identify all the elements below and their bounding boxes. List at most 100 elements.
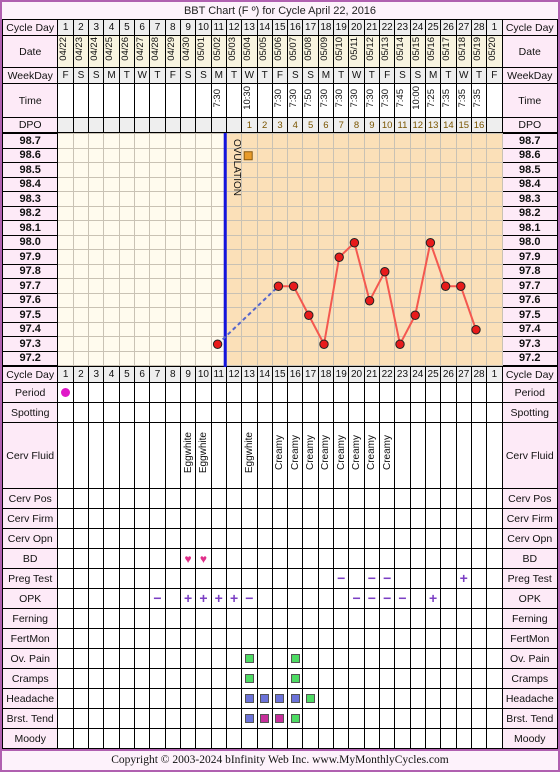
opk-row-cell[interactable]: − [363, 588, 381, 609]
fertmon-row-cell[interactable] [103, 628, 120, 649]
cerv-firm-row-cell[interactable] [317, 508, 335, 529]
spotting-row-cell[interactable] [57, 402, 74, 423]
moody-row-cell[interactable] [363, 728, 381, 749]
period-row-cell[interactable] [179, 382, 197, 403]
bd-row-cell[interactable] [424, 548, 442, 569]
moody-row-cell[interactable] [455, 728, 472, 749]
ferning-row-cell[interactable] [210, 608, 227, 629]
period-row-cell[interactable] [317, 382, 335, 403]
ferning-row-cell[interactable] [149, 608, 166, 629]
cerv-firm-row-cell[interactable] [149, 508, 166, 529]
fertmon-row-cell[interactable] [363, 628, 381, 649]
cramps-row-cell[interactable] [363, 668, 381, 689]
cerv-pos-row-cell[interactable] [210, 488, 227, 509]
cerv-opn-row-cell[interactable] [409, 528, 426, 549]
ov-pain-row-cell[interactable] [164, 648, 181, 669]
cerv-firm-row-cell[interactable] [195, 508, 212, 529]
opk-row-cell[interactable]: + [210, 588, 227, 609]
cerv-fluid-cell[interactable] [72, 422, 90, 489]
brst-tend-row-cell[interactable] [470, 708, 488, 729]
ov-pain-row-cell[interactable] [394, 648, 411, 669]
period-row-cell[interactable] [379, 382, 396, 403]
cramps-row-cell[interactable] [149, 668, 166, 689]
bd-row-cell[interactable] [72, 548, 90, 569]
bd-row-cell[interactable] [149, 548, 166, 569]
moody-row-cell[interactable] [302, 728, 319, 749]
ov-pain-row-cell[interactable] [287, 648, 304, 669]
brst-tend-row-cell[interactable] [271, 708, 289, 729]
preg-test-row-cell[interactable]: − [363, 568, 381, 589]
preg-test-row-cell[interactable] [302, 568, 319, 589]
preg-test-row-cell[interactable] [409, 568, 426, 589]
fertmon-row-cell[interactable] [440, 628, 457, 649]
cerv-pos-row-cell[interactable] [179, 488, 197, 509]
ferning-row-cell[interactable] [363, 608, 381, 629]
cerv-fluid-cell[interactable]: Creamy [302, 422, 319, 489]
ferning-row-cell[interactable] [394, 608, 411, 629]
period-row-cell[interactable] [164, 382, 181, 403]
cerv-opn-row-cell[interactable] [256, 528, 273, 549]
moody-row-cell[interactable] [424, 728, 442, 749]
ov-pain-row-cell[interactable] [470, 648, 488, 669]
opk-row-cell[interactable] [271, 588, 289, 609]
opk-row-cell[interactable] [287, 588, 304, 609]
cramps-row-cell[interactable] [210, 668, 227, 689]
headache-row-cell[interactable] [424, 688, 442, 709]
cerv-fluid-cell[interactable]: Creamy [271, 422, 289, 489]
moody-row-cell[interactable] [486, 728, 503, 749]
cerv-fluid-cell[interactable] [409, 422, 426, 489]
cerv-firm-row-cell[interactable] [470, 508, 488, 529]
cerv-pos-row-cell[interactable] [424, 488, 442, 509]
cerv-opn-row-cell[interactable] [486, 528, 503, 549]
moody-row-cell[interactable] [333, 728, 350, 749]
cerv-pos-row-cell[interactable] [394, 488, 411, 509]
opk-row-cell[interactable] [256, 588, 273, 609]
bd-row-cell[interactable] [470, 548, 488, 569]
cerv-fluid-cell[interactable]: Creamy [348, 422, 365, 489]
fertmon-row-cell[interactable] [195, 628, 212, 649]
period-row-cell[interactable] [455, 382, 472, 403]
opk-row-cell[interactable] [72, 588, 90, 609]
cerv-firm-row-cell[interactable] [424, 508, 442, 529]
spotting-row-cell[interactable] [394, 402, 411, 423]
bd-row-cell[interactable] [103, 548, 120, 569]
cerv-pos-row-cell[interactable] [118, 488, 136, 509]
cerv-firm-row-cell[interactable] [118, 508, 136, 529]
preg-test-row-cell[interactable] [271, 568, 289, 589]
cramps-row-cell[interactable] [333, 668, 350, 689]
cerv-opn-row-cell[interactable] [149, 528, 166, 549]
fertmon-row-cell[interactable] [134, 628, 151, 649]
ov-pain-row-cell[interactable] [88, 648, 105, 669]
ferning-row-cell[interactable] [455, 608, 472, 629]
cramps-row-cell[interactable] [271, 668, 289, 689]
cramps-row-cell[interactable] [72, 668, 90, 689]
headache-row-cell[interactable] [455, 688, 472, 709]
cerv-pos-row-cell[interactable] [470, 488, 488, 509]
ferning-row-cell[interactable] [271, 608, 289, 629]
spotting-row-cell[interactable] [179, 402, 197, 423]
headache-row-cell[interactable] [57, 688, 74, 709]
ov-pain-row-cell[interactable] [440, 648, 457, 669]
brst-tend-row-cell[interactable] [379, 708, 396, 729]
period-row-cell[interactable] [57, 382, 74, 403]
moody-row-cell[interactable] [409, 728, 426, 749]
ov-pain-row-cell[interactable] [379, 648, 396, 669]
period-row-cell[interactable] [363, 382, 381, 403]
cramps-row-cell[interactable] [409, 668, 426, 689]
spotting-row-cell[interactable] [241, 402, 258, 423]
fertmon-row-cell[interactable] [149, 628, 166, 649]
cerv-opn-row-cell[interactable] [179, 528, 197, 549]
brst-tend-row-cell[interactable] [88, 708, 105, 729]
period-row-cell[interactable] [271, 382, 289, 403]
spotting-row-cell[interactable] [88, 402, 105, 423]
headache-row-cell[interactable] [256, 688, 273, 709]
headache-row-cell[interactable] [440, 688, 457, 709]
preg-test-row-cell[interactable] [103, 568, 120, 589]
opk-row-cell[interactable] [409, 588, 426, 609]
spotting-row-cell[interactable] [424, 402, 442, 423]
bd-row-cell[interactable] [379, 548, 396, 569]
spotting-row-cell[interactable] [256, 402, 273, 423]
cerv-opn-row-cell[interactable] [455, 528, 472, 549]
headache-row-cell[interactable] [302, 688, 319, 709]
cramps-row-cell[interactable] [455, 668, 472, 689]
